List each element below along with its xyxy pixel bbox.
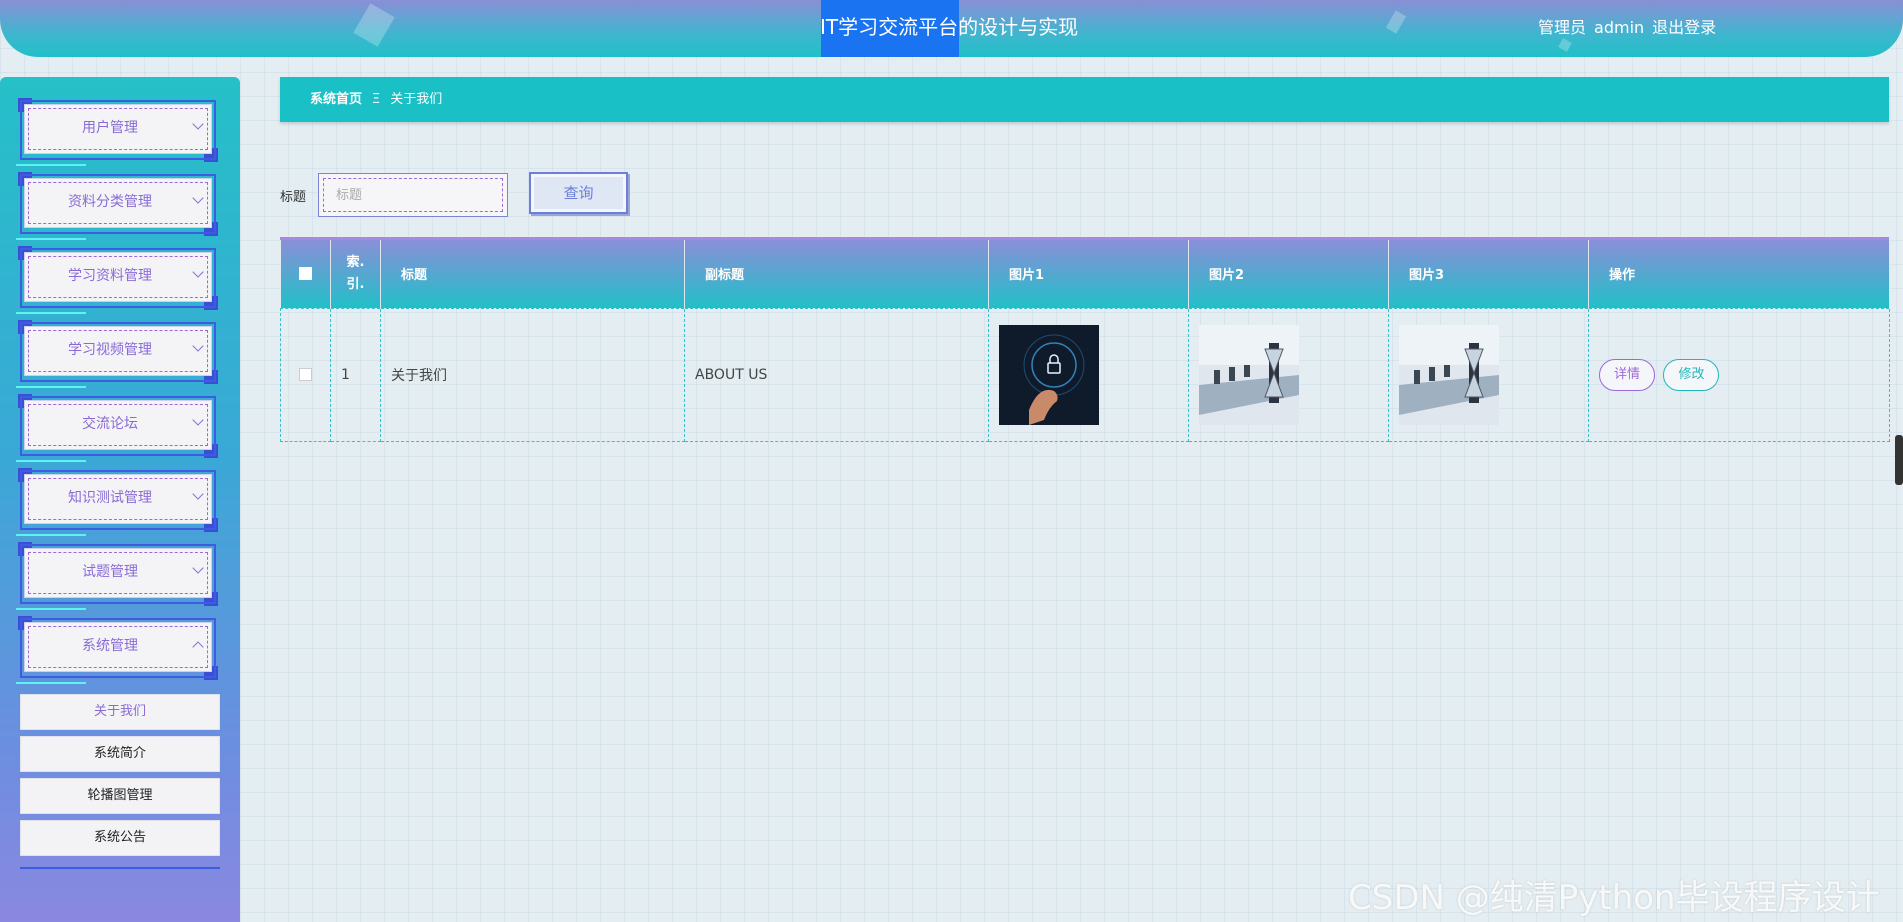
row-index: 1: [330, 307, 381, 442]
header-decoration: [1558, 38, 1572, 52]
row-image2-cell: [1188, 307, 1389, 442]
sidebar-item-label: 系统管理: [82, 638, 138, 654]
header-index-line2: 引.: [346, 276, 365, 292]
user-role: 管理员: [1538, 18, 1587, 37]
sidebar-item-users[interactable]: 用户管理: [16, 98, 218, 166]
sidebar-item-label: 学习资料管理: [68, 268, 152, 284]
frame-line: [16, 460, 86, 462]
breadcrumb: 系统首页 Ξ 关于我们: [280, 77, 1889, 122]
sidebar-item-label: 试题管理: [82, 564, 138, 580]
search-button[interactable]: 查询: [529, 172, 628, 214]
frame-line: [16, 164, 86, 166]
sidebar-subitem-carousel[interactable]: 轮播图管理: [20, 778, 220, 814]
frame-line: [16, 682, 86, 684]
header-index: 索. 引.: [330, 240, 381, 308]
sidebar-subitem-about[interactable]: 关于我们: [20, 694, 220, 730]
sidebar-item-materials[interactable]: 学习资料管理: [16, 246, 218, 314]
sidebar-item-questions[interactable]: 试题管理: [16, 542, 218, 610]
sidebar-item-label: 资料分类管理: [68, 194, 152, 210]
breadcrumb-separator-icon: Ξ: [372, 92, 381, 107]
watermark: CSDN @纯清Python毕设程序设计: [1348, 878, 1880, 918]
row-checkbox[interactable]: [299, 368, 312, 381]
header-title: 标题: [380, 240, 685, 308]
header-decoration: [353, 3, 395, 47]
frame-line: [16, 238, 86, 240]
sidebar-item-label: 交流论坛: [82, 416, 138, 432]
sidebar-item-label: 用户管理: [82, 120, 138, 136]
sidebar-item-forum[interactable]: 交流论坛: [16, 394, 218, 462]
app-title: IT学习交流平台的设计与实现: [820, 15, 1079, 39]
breadcrumb-home[interactable]: 系统首页: [310, 92, 362, 107]
sidebar-item-quiz[interactable]: 知识测试管理: [16, 468, 218, 536]
sidebar-item-videos[interactable]: 学习视频管理: [16, 320, 218, 388]
sidebar-item-label: 学习视频管理: [68, 342, 152, 358]
header-index-line1: 索.: [346, 254, 365, 270]
select-all-checkbox[interactable]: [298, 266, 312, 280]
conference-room-image: [1199, 324, 1299, 425]
row-title: 关于我们: [380, 307, 685, 442]
header-select-all[interactable]: [280, 240, 331, 308]
table-row: 1 关于我们 ABOUT US 详情 修改: [280, 307, 1890, 442]
top-header: IT学习交流平台的设计与实现 管理员 admin 退出登录: [0, 0, 1903, 57]
sidebar-item-label: 知识测试管理: [68, 490, 152, 506]
sidebar-subitem-intro[interactable]: 系统简介: [20, 736, 220, 772]
sidebar-item-system[interactable]: 系统管理: [16, 616, 218, 684]
search-input[interactable]: [324, 179, 502, 211]
header-decoration: [1385, 10, 1407, 34]
search-label: 标题: [280, 190, 307, 205]
row-image1-cell: [988, 307, 1189, 442]
row-actions: 详情 修改: [1588, 307, 1890, 442]
table-header-row: 索. 引. 标题 副标题 图片1 图片2 图片3 操作: [280, 240, 1890, 308]
detail-button[interactable]: 详情: [1599, 358, 1656, 391]
header-subtitle: 副标题: [684, 240, 989, 308]
edit-button[interactable]: 修改: [1663, 358, 1720, 391]
username: admin: [1594, 18, 1645, 37]
header-image1: 图片1: [988, 240, 1189, 308]
frame-line: [16, 608, 86, 610]
user-info: 管理员 admin 退出登录: [1538, 14, 1724, 38]
frame-line: [16, 386, 86, 388]
search-field-dash: [323, 178, 503, 212]
row-image3-cell: [1388, 307, 1589, 442]
header-actions: 操作: [1588, 240, 1890, 308]
conference-room-image: [1399, 324, 1499, 425]
logout-link[interactable]: 退出登录: [1652, 18, 1716, 37]
frame-line: [16, 312, 86, 314]
breadcrumb-current: 关于我们: [390, 92, 443, 107]
sidebar-item-category[interactable]: 资料分类管理: [16, 172, 218, 240]
row-subtitle: ABOUT US: [684, 307, 989, 442]
header-image2: 图片2: [1188, 240, 1389, 308]
sidebar: 用户管理 资料分类管理 学习资料管理 学习视频管理 交流论坛 知识测试管理 试题…: [0, 77, 240, 922]
search-field-frame: [318, 173, 508, 217]
data-table: 索. 引. 标题 副标题 图片1 图片2 图片3 操作 1 关于我们 ABOUT …: [280, 237, 1890, 443]
hand-lock-image: [999, 324, 1099, 425]
frame-line: [16, 534, 86, 536]
header-image3: 图片3: [1388, 240, 1589, 308]
sidebar-divider: [20, 867, 220, 871]
sidebar-subitem-notice[interactable]: 系统公告: [20, 820, 220, 856]
scrollbar-handle[interactable]: [1895, 435, 1903, 485]
row-select-cell: [280, 307, 331, 442]
